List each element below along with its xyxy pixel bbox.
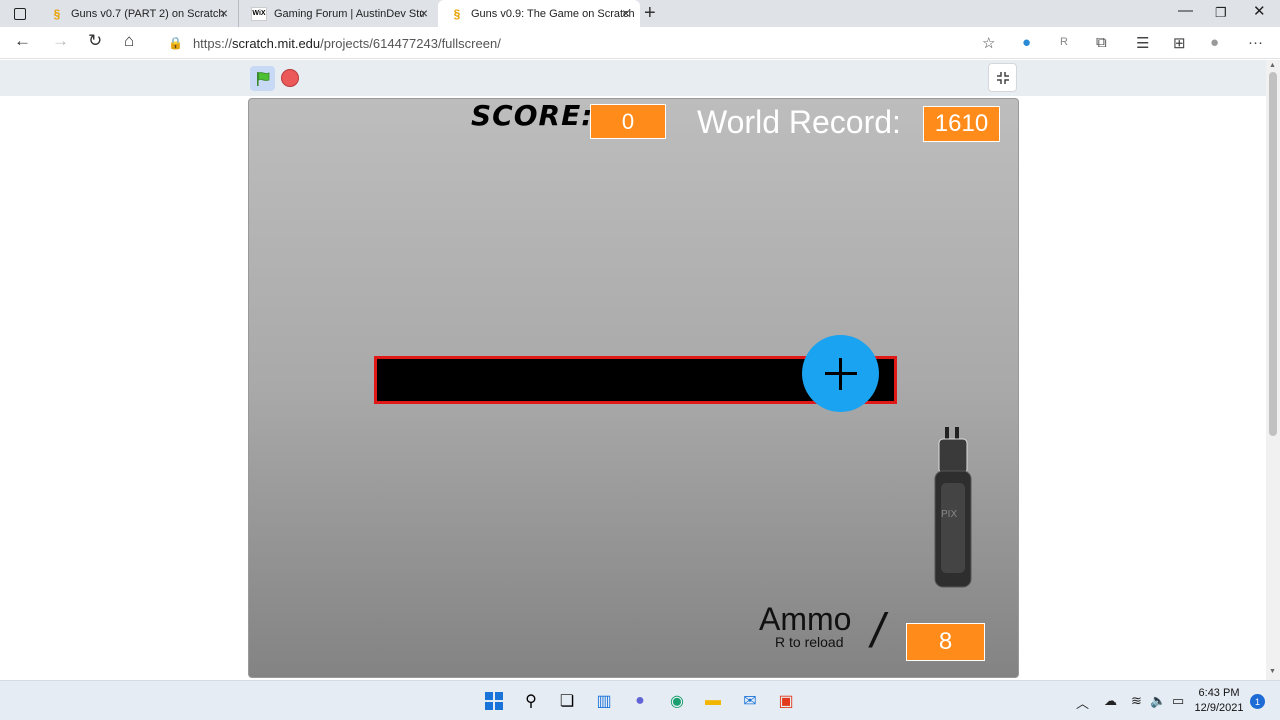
restore-button[interactable]: ❐ xyxy=(1215,5,1227,21)
favorites-icon[interactable]: ☰ xyxy=(1136,34,1149,52)
refresh-icon[interactable]: ↻ xyxy=(88,31,102,51)
green-flag-button[interactable] xyxy=(250,66,275,91)
lock-icon: 🔒 xyxy=(168,36,183,50)
ammo-separator: / xyxy=(871,605,885,658)
world-record-label: World Record: xyxy=(697,104,901,140)
back-icon[interactable]: ← xyxy=(14,31,31,51)
score-label: SCORE: xyxy=(471,99,594,132)
taskbar-clock[interactable]: 6:43 PM 12/9/2021 xyxy=(1190,686,1248,716)
extension-r-icon[interactable]: R xyxy=(1060,36,1068,48)
reload-hint: R to reload xyxy=(775,634,844,650)
navigation-bar: ← → ↻ ⌂ 🔒 https://scratch.mit.edu/projec… xyxy=(0,27,1280,59)
collections-icon[interactable]: ⊞ xyxy=(1173,34,1186,52)
favorite-star-icon[interactable]: ☆ xyxy=(982,34,995,52)
clock-date: 12/9/2021 xyxy=(1194,702,1244,714)
address-bar[interactable]: 🔒 https://scratch.mit.edu/projects/61447… xyxy=(158,30,1008,56)
file-explorer-icon[interactable]: ▬ xyxy=(701,689,725,713)
windows-taskbar: ⚲ ❏ ▥ ● ◉ ▬ ✉ ▣ ︿ ☁ ≋ 🔈 ▭ 6:43 PM 12/9/2… xyxy=(0,680,1280,720)
scratch-fullscreen-page: SCORE: 0 World Record: 1610 PIX Ammo R t… xyxy=(0,60,1266,680)
minimize-button[interactable]: — xyxy=(1178,2,1193,19)
world-record-value: 1610 xyxy=(923,106,1000,142)
mail-icon[interactable]: ✉ xyxy=(738,689,762,713)
exit-fullscreen-button[interactable] xyxy=(988,63,1017,92)
new-tab-button[interactable]: + xyxy=(644,2,656,25)
tab-title: Gaming Forum | AustinDev Studio xyxy=(274,7,424,20)
close-icon[interactable]: × xyxy=(420,5,428,21)
ammo-value: 8 xyxy=(906,623,985,661)
notification-badge[interactable]: 1 xyxy=(1250,694,1265,709)
stage-controls xyxy=(0,60,1266,96)
page-scrollbar[interactable]: ▲ ▼ xyxy=(1266,60,1280,680)
battery-icon[interactable]: ▭ xyxy=(1172,693,1184,709)
tab-guns-v07[interactable]: § Guns v0.7 (PART 2) on Scratch × xyxy=(38,0,238,27)
scroll-up-icon[interactable]: ▲ xyxy=(1269,62,1276,69)
tab-strip: § Guns v0.7 (PART 2) on Scratch × WiX Ga… xyxy=(0,0,1280,27)
pistol-icon: PIX xyxy=(934,427,972,588)
edge-icon[interactable]: ◉ xyxy=(665,689,689,713)
search-icon[interactable]: ⚲ xyxy=(519,689,543,713)
task-view-icon[interactable]: ❏ xyxy=(555,689,579,713)
scroll-down-icon[interactable]: ▼ xyxy=(1269,668,1276,675)
scroll-thumb[interactable] xyxy=(1269,72,1277,436)
extension-search-icon[interactable]: ● xyxy=(1022,34,1031,51)
office-icon[interactable]: ▣ xyxy=(774,689,798,713)
exit-fullscreen-icon xyxy=(996,71,1009,84)
tab-guns-v09[interactable]: § Guns v0.9: The Game on Scratch × xyxy=(438,0,640,27)
start-icon[interactable] xyxy=(482,689,506,713)
url-text: https://scratch.mit.edu/projects/6144772… xyxy=(192,35,501,51)
extensions-icon[interactable]: ⧉ xyxy=(1096,34,1107,51)
clock-time: 6:43 PM xyxy=(1198,687,1240,699)
chat-icon[interactable]: ● xyxy=(628,689,652,713)
scratch-icon: § xyxy=(453,6,461,21)
tab-gaming-forum[interactable]: WiX Gaming Forum | AustinDev Studio × xyxy=(238,0,438,27)
tab-title: Guns v0.7 (PART 2) on Scratch xyxy=(71,7,225,20)
wifi-icon[interactable]: ≋ xyxy=(1131,693,1142,709)
close-icon[interactable]: × xyxy=(622,5,630,21)
crosshair-target[interactable] xyxy=(802,335,879,412)
stop-button[interactable] xyxy=(281,69,299,87)
green-flag-icon xyxy=(256,71,269,86)
forward-icon[interactable]: → xyxy=(52,31,69,51)
gun-watermark: PIX xyxy=(941,509,957,520)
widgets-icon[interactable]: ▥ xyxy=(592,689,616,713)
close-icon[interactable]: × xyxy=(220,5,228,21)
profile-avatar[interactable]: ● xyxy=(1210,34,1219,51)
volume-icon[interactable]: 🔈 xyxy=(1150,693,1166,709)
ammo-label: Ammo xyxy=(759,601,852,637)
wix-icon: WiX xyxy=(251,6,267,21)
tray-overflow-icon[interactable]: ︿ xyxy=(1076,693,1089,712)
close-window-button[interactable]: ✕ xyxy=(1253,2,1266,20)
tab-title: Guns v0.9: The Game on Scratch xyxy=(471,7,635,20)
score-value: 0 xyxy=(590,104,666,139)
tab-actions-button[interactable] xyxy=(8,5,32,23)
onedrive-icon[interactable]: ☁ xyxy=(1104,693,1117,709)
scratch-icon: § xyxy=(53,6,61,21)
more-menu-icon[interactable]: ··· xyxy=(1248,34,1263,51)
home-icon[interactable]: ⌂ xyxy=(124,31,134,51)
game-stage[interactable]: SCORE: 0 World Record: 1610 PIX Ammo R t… xyxy=(248,98,1019,678)
